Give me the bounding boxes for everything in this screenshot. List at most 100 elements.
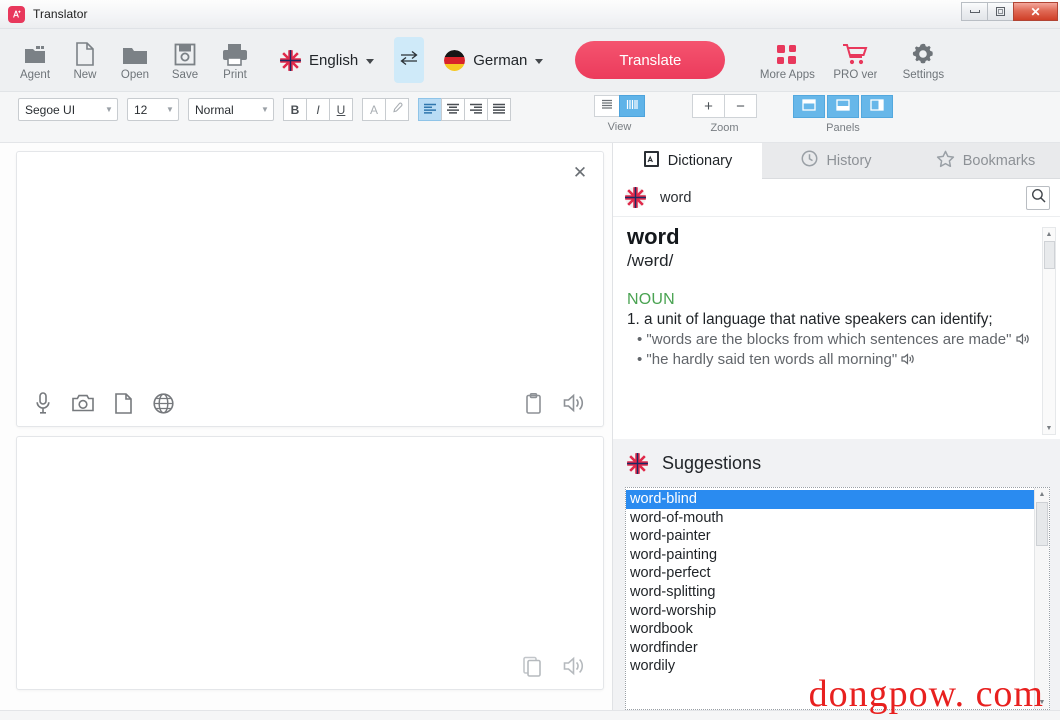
list-item[interactable]: wordily [626, 657, 1049, 676]
main-toolbar: Agent New Open Save Print English German… [0, 29, 1060, 92]
target-text-area[interactable] [17, 437, 603, 643]
swap-languages-button[interactable] [394, 37, 425, 83]
list-item[interactable]: word-of-mouth [626, 509, 1049, 528]
window-controls: ✕ [961, 2, 1058, 21]
toolbar-item-new[interactable]: New [60, 32, 110, 88]
tab-dictionary[interactable]: Dictionary [613, 143, 762, 179]
dictionary-search-button[interactable] [1026, 185, 1050, 210]
toolbar-label-pro-version: PRO ver [833, 68, 878, 81]
globe-icon[interactable] [153, 392, 174, 414]
chevron-down-icon: ▼ [261, 105, 269, 114]
font-family-value: Segoe UI [25, 102, 76, 117]
dictionary-part-of-speech: NOUN [627, 290, 675, 308]
list-item[interactable]: word-painter [626, 527, 1049, 546]
view-buttons [594, 95, 645, 117]
suggestions-header: Suggestions [613, 439, 1060, 487]
view-single-column-button[interactable] [594, 95, 620, 117]
scroll-down-icon[interactable]: ▼ [1039, 696, 1046, 709]
dictionary-search-input[interactable]: word [660, 190, 1012, 206]
panel-top-button[interactable] [793, 95, 825, 118]
copy-icon[interactable] [523, 656, 542, 677]
align-left-button[interactable] [418, 98, 442, 121]
view-split-column-button[interactable] [619, 95, 645, 117]
clear-source-button[interactable]: ✕ [569, 162, 591, 184]
list-item[interactable]: wordfinder [626, 639, 1049, 658]
toolbar-item-pro-version[interactable]: PRO ver [823, 32, 887, 88]
zoom-in-button[interactable]: + [692, 94, 725, 118]
minimize-button[interactable] [961, 2, 988, 21]
suggestions-scrollbar[interactable]: ▲ ▼ [1034, 488, 1049, 709]
list-item[interactable]: word-worship [626, 602, 1049, 621]
speaker-icon[interactable] [1015, 331, 1031, 348]
font-style-value: Normal [195, 102, 234, 117]
font-family-select[interactable]: Segoe UI ▼ [18, 98, 118, 121]
tab-history[interactable]: History [762, 143, 911, 179]
toolbar-item-print[interactable]: Print [210, 32, 260, 88]
panel-bottom-icon [836, 98, 850, 116]
toolbar-item-more-apps[interactable]: More Apps [755, 32, 819, 88]
target-language-selector[interactable]: German [438, 40, 549, 80]
list-item[interactable]: word-painting [626, 546, 1049, 565]
toolbar-item-agent[interactable]: Agent [10, 32, 60, 88]
title-bar: Translator ✕ [0, 0, 1060, 29]
source-editor-tools [17, 380, 603, 426]
speaker-icon[interactable] [563, 393, 587, 413]
list-item[interactable]: word-splitting [626, 583, 1049, 602]
bold-button[interactable]: B [283, 98, 307, 121]
toolbar-label-agent: Agent [19, 68, 51, 81]
font-color-button[interactable]: A [362, 98, 386, 121]
view-group: View [594, 95, 645, 133]
maximize-icon [996, 7, 1005, 16]
list-item[interactable]: word-blind [626, 490, 1049, 509]
list-item[interactable]: word-perfect [626, 564, 1049, 583]
list-item[interactable]: wordbook [626, 620, 1049, 639]
scroll-down-icon[interactable]: ▼ [1046, 422, 1053, 434]
tab-bookmarks[interactable]: Bookmarks [911, 143, 1060, 179]
speaker-icon[interactable] [901, 351, 916, 368]
zoom-out-button[interactable]: − [724, 94, 757, 118]
align-justify-button[interactable] [487, 98, 511, 121]
close-button[interactable]: ✕ [1013, 2, 1058, 21]
highlighter-icon [391, 102, 403, 117]
maximize-button[interactable] [987, 2, 1014, 21]
source-text-area[interactable] [17, 152, 603, 380]
panels-caption: Panels [826, 122, 860, 134]
dictionary-example-text: • "words are the blocks from which sente… [637, 330, 1012, 348]
translate-button[interactable]: Translate [575, 41, 726, 79]
scrollbar-thumb[interactable] [1036, 502, 1048, 546]
chevron-down-icon [366, 59, 375, 64]
scrollbar-thumb[interactable] [1043, 241, 1055, 269]
scroll-up-icon[interactable]: ▲ [1046, 228, 1053, 240]
align-center-button[interactable] [441, 98, 465, 121]
panel-side-button[interactable] [861, 95, 893, 118]
camera-icon[interactable] [72, 394, 94, 412]
dictionary-book-icon [643, 150, 660, 172]
dictionary-scrollbar[interactable]: ▲ ▼ [1042, 227, 1056, 435]
italic-button[interactable]: I [306, 98, 330, 121]
toolbar-item-save[interactable]: Save [160, 32, 210, 88]
toolbar-label-settings: Settings [902, 68, 945, 81]
save-disk-icon [174, 40, 196, 66]
underline-button[interactable]: U [329, 98, 353, 121]
toolbar-item-open[interactable]: Open [110, 32, 160, 88]
microphone-icon[interactable] [35, 392, 51, 414]
document-icon[interactable] [115, 392, 132, 414]
main-body: ✕ Dictionary History Bookmarks word word… [0, 143, 1060, 710]
speaker-icon[interactable] [563, 656, 587, 676]
open-folder-icon [122, 40, 148, 66]
highlight-button[interactable] [385, 98, 409, 121]
close-icon: ✕ [1030, 4, 1041, 19]
chevron-down-icon: ▼ [166, 105, 174, 114]
panel-bottom-button[interactable] [827, 95, 859, 118]
toolbar-item-settings[interactable]: Settings [891, 32, 955, 88]
minimize-icon [969, 10, 980, 13]
font-style-select[interactable]: Normal ▼ [188, 98, 274, 121]
font-size-select[interactable]: 12 ▼ [127, 98, 179, 121]
dictionary-headword: word [627, 224, 680, 249]
clipboard-icon[interactable] [525, 392, 542, 414]
source-language-selector[interactable]: English [274, 40, 380, 80]
align-right-button[interactable] [464, 98, 488, 121]
uk-flag [625, 187, 646, 208]
scroll-up-icon[interactable]: ▲ [1039, 488, 1046, 501]
toolbar-label-more-apps: More Apps [759, 68, 815, 81]
